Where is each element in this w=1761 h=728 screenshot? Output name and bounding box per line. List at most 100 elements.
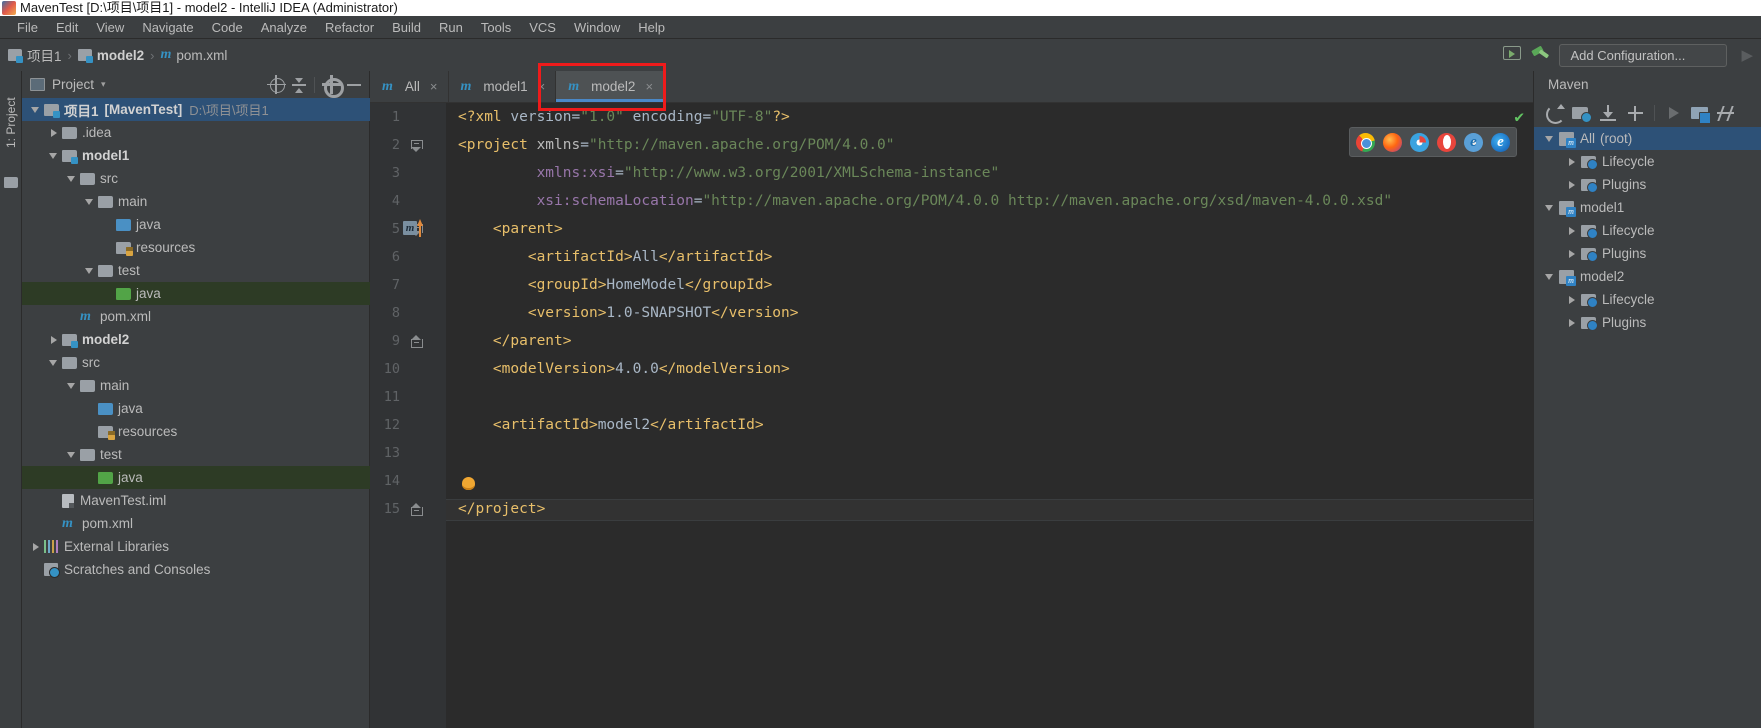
maven-tree-item-Lifecycle[interactable]: Lifecycle (1534, 288, 1761, 311)
chevron-down-icon[interactable] (48, 357, 59, 368)
maven-tree-item-Plugins[interactable]: Plugins (1534, 311, 1761, 334)
reload-icon[interactable] (1542, 102, 1567, 124)
toggle-skip-tests-icon[interactable] (1715, 102, 1740, 124)
menu-item-help[interactable]: Help (629, 18, 674, 37)
tree-item-java[interactable]: java (22, 466, 370, 489)
tree-item-model1[interactable]: model1 (22, 144, 370, 167)
editor-tab-model2[interactable]: m model2 × (556, 71, 665, 102)
tree-item-java[interactable]: java (22, 397, 370, 420)
chevron-down-icon[interactable] (1544, 271, 1555, 282)
maven-reimport-icon[interactable]: m (403, 219, 425, 239)
tree-item-java[interactable]: java (22, 282, 370, 305)
edge-icon[interactable] (1491, 132, 1510, 152)
maven-tree-item-model2[interactable]: model2 (1534, 265, 1761, 288)
code-fold-open-icon[interactable] (411, 140, 423, 152)
opera-icon[interactable] (1437, 132, 1456, 152)
tree-item-main[interactable]: main (22, 190, 370, 213)
folder-icon[interactable] (4, 177, 18, 188)
sidebar-tab-project[interactable]: 1: Project (1, 77, 21, 169)
chevron-right-icon[interactable] (1566, 225, 1577, 236)
menu-item-edit[interactable]: Edit (47, 18, 87, 37)
chevron-down-icon[interactable] (84, 196, 95, 207)
tree-item-ExternalLibraries[interactable]: External Libraries (22, 535, 370, 558)
tree-item-test[interactable]: test (22, 259, 370, 282)
chevron-right-icon[interactable] (1566, 317, 1577, 328)
editor-gutter[interactable]: 1 2 3 4 5 6 7 8 9 10 11 12 13 14 15 m (370, 103, 446, 728)
chevron-right-icon[interactable] (1566, 179, 1577, 190)
project-tree[interactable]: 项目1 [MavenTest] D:\项目\项目1 .idea model1 src mai… (22, 98, 370, 728)
tree-item-pomxml[interactable]: m pom.xml (22, 305, 370, 328)
add-icon[interactable] (1623, 102, 1648, 124)
tree-item-ScratchesandConsoles[interactable]: Scratches and Consoles (22, 558, 370, 581)
breadcrumb-item-pom.xml[interactable]: m pom.xml (160, 47, 227, 63)
code-fold-close-icon[interactable] (411, 503, 423, 516)
maven-tree-item-Lifecycle[interactable]: Lifecycle (1534, 219, 1761, 242)
chevron-right-icon[interactable] (1566, 156, 1577, 167)
menu-item-analyze[interactable]: Analyze (252, 18, 316, 37)
close-icon[interactable]: × (645, 79, 653, 94)
run-icon[interactable] (1661, 102, 1686, 124)
maven-tree-item-All[interactable]: All (root) (1534, 127, 1761, 150)
add-configuration-button[interactable]: Add Configuration... (1559, 43, 1728, 67)
chrome-icon[interactable] (1356, 132, 1375, 152)
chevron-down-icon[interactable] (1544, 133, 1555, 144)
maven-tree[interactable]: All (root) Lifecycle Plugins model1 Lifecycle… (1534, 127, 1761, 334)
chevron-down-icon[interactable] (66, 173, 77, 184)
safari-icon[interactable] (1410, 132, 1429, 152)
chevron-right-icon[interactable] (30, 541, 41, 552)
hammer-build-icon[interactable] (1531, 46, 1551, 64)
chevron-down-icon[interactable] (30, 104, 41, 115)
inspection-ok-icon[interactable]: ✔ (1514, 107, 1524, 126)
breadcrumb-item-项目1[interactable]: 项目1 (8, 45, 62, 65)
chevron-down-icon[interactable] (1544, 202, 1555, 213)
editor-tab-All[interactable]: m All × (370, 71, 449, 102)
locate-icon[interactable] (265, 74, 287, 96)
chevron-right-icon[interactable] (48, 127, 59, 138)
tree-item-resources[interactable]: resources (22, 420, 370, 443)
gear-settings-icon[interactable] (320, 74, 344, 98)
chevron-down-icon[interactable] (66, 380, 77, 391)
presentation-icon[interactable] (1503, 46, 1523, 64)
tree-item-test[interactable]: test (22, 443, 370, 466)
menu-item-window[interactable]: Window (565, 18, 629, 37)
close-icon[interactable]: × (538, 79, 546, 94)
menu-item-file[interactable]: File (8, 18, 47, 37)
menu-item-refactor[interactable]: Refactor (316, 18, 383, 37)
breadcrumb-item-model2[interactable]: model2 (77, 48, 144, 63)
chevron-down-icon[interactable] (48, 150, 59, 161)
menu-item-tools[interactable]: Tools (472, 18, 520, 37)
download-sources-icon[interactable] (1596, 102, 1621, 124)
internet-explorer-icon[interactable] (1464, 132, 1483, 152)
maven-tree-item-Plugins[interactable]: Plugins (1534, 242, 1761, 265)
menu-item-view[interactable]: View (87, 18, 133, 37)
intention-bulb-icon[interactable] (462, 477, 475, 490)
chevron-down-icon[interactable]: ▾ (101, 79, 106, 90)
tree-item-model2[interactable]: model2 (22, 328, 370, 351)
maven-tree-item-Lifecycle[interactable]: Lifecycle (1534, 150, 1761, 173)
menu-item-navigate[interactable]: Navigate (133, 18, 202, 37)
tree-item-java[interactable]: java (22, 213, 370, 236)
close-icon[interactable]: × (430, 79, 438, 94)
chevron-right-icon[interactable] (1566, 294, 1577, 305)
chevron-down-icon[interactable] (66, 449, 77, 460)
code-editor[interactable]: ✔ <?xml version="1.0" encoding="UTF-8"?>… (446, 103, 1533, 728)
maven-tree-item-model1[interactable]: model1 (1534, 196, 1761, 219)
chevron-right-icon[interactable] (48, 334, 59, 345)
tree-item-src[interactable]: src (22, 351, 370, 374)
hide-icon[interactable] (343, 74, 365, 96)
menu-item-run[interactable]: Run (430, 18, 472, 37)
firefox-icon[interactable] (1383, 132, 1402, 152)
run-arrow-icon[interactable]: ▶ (1741, 46, 1753, 64)
tree-item-resources[interactable]: resources (22, 236, 370, 259)
chevron-right-icon[interactable] (1566, 248, 1577, 259)
chevron-down-icon[interactable] (84, 265, 95, 276)
collapse-all-icon[interactable] (288, 74, 310, 96)
maven-tree-item-Plugins[interactable]: Plugins (1534, 173, 1761, 196)
menu-item-vcs[interactable]: VCS (520, 18, 565, 37)
tree-item-pomxml[interactable]: m pom.xml (22, 512, 370, 535)
execute-goal-icon[interactable] (1688, 102, 1713, 124)
tree-item-src[interactable]: src (22, 167, 370, 190)
tree-item-1[interactable]: 项目1 [MavenTest] D:\项目\项目1 (22, 98, 370, 121)
tree-item-idea[interactable]: .idea (22, 121, 370, 144)
add-maven-project-icon[interactable] (1569, 102, 1594, 124)
